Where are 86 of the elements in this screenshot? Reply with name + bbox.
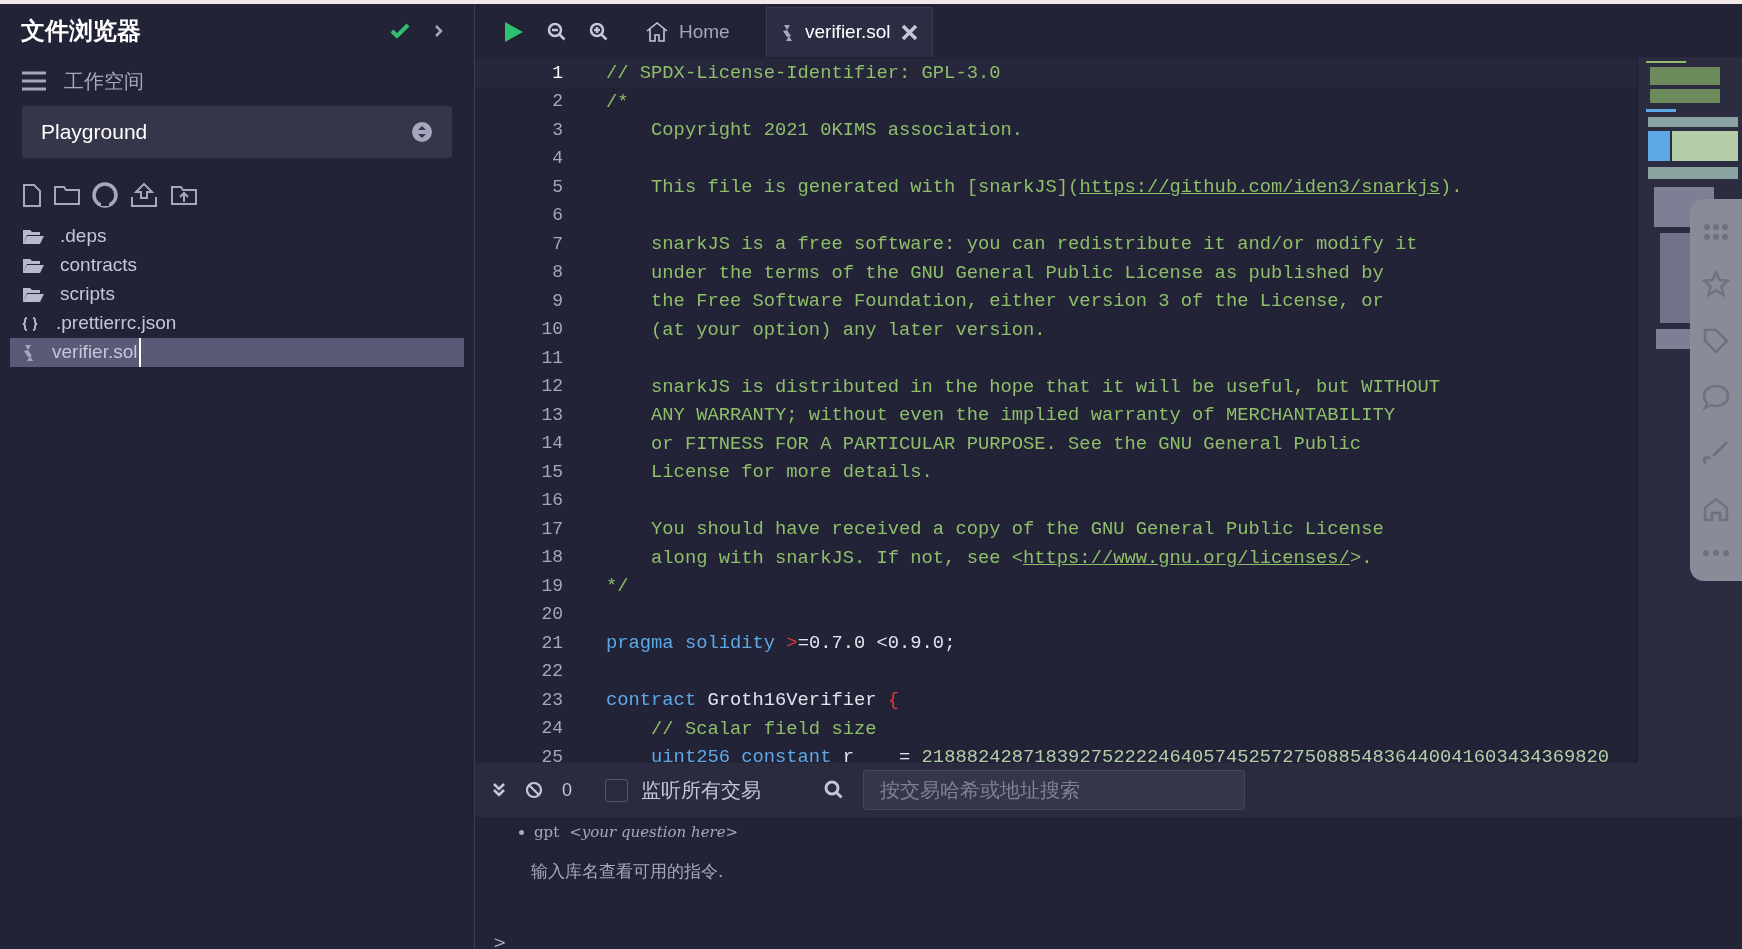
code-line: uint256 constant r = 2188824287183927522224640574525727508854836440041603434369820 bbox=[650, 745, 1610, 763]
code-line: (at your option) any later version. bbox=[650, 317, 1046, 343]
terminal-prompt[interactable]: > bbox=[493, 931, 507, 949]
new-file-icon[interactable] bbox=[22, 182, 42, 208]
line-number: 5 bbox=[551, 175, 563, 199]
editor-tab[interactable]: Home bbox=[631, 7, 766, 57]
clear-icon[interactable] bbox=[525, 781, 543, 799]
line-number: 24 bbox=[540, 717, 563, 741]
close-icon[interactable] bbox=[900, 24, 918, 41]
code-line: snarkJS is distributed in the hope that it will be useful, but WITHOUT bbox=[650, 374, 1441, 400]
line-number: 3 bbox=[551, 118, 563, 142]
line-number: 21 bbox=[540, 631, 563, 655]
solidity-icon bbox=[22, 343, 36, 362]
solidity-icon bbox=[781, 23, 795, 42]
line-number: 23 bbox=[540, 688, 563, 712]
line-number: 11 bbox=[540, 346, 563, 370]
line-number: 9 bbox=[551, 289, 563, 313]
code-line: Copyright 2021 0KIMS association. bbox=[650, 118, 1023, 144]
command-name: gpt bbox=[534, 821, 560, 843]
file-tree-item[interactable]: .prettierrc.json bbox=[0, 309, 474, 338]
line-number: 18 bbox=[540, 546, 563, 570]
line-number: 17 bbox=[540, 517, 563, 541]
code-line: This file is generated with [snarkJS](https://github.com/iden3/snarkjs). bbox=[650, 175, 1463, 201]
code-line: // SPDX-License-Identifier: GPL-3.0 bbox=[606, 61, 1001, 87]
select-arrows-icon bbox=[411, 121, 433, 143]
file-tree-item[interactable]: .deps bbox=[0, 222, 474, 251]
terminal-message: 输入库名查看可用的指令. bbox=[531, 860, 725, 883]
chevron-right-icon[interactable] bbox=[434, 24, 444, 38]
home-icon bbox=[645, 21, 669, 43]
braces-icon bbox=[22, 316, 38, 331]
code-line: along with snarkJS. If not, see <https://www.gnu.org/licenses/>. bbox=[650, 545, 1373, 571]
line-number: 10 bbox=[540, 318, 563, 342]
line-number: 22 bbox=[540, 660, 563, 684]
code-line: snarkJS is a free software: you can redistribute it and/or modify it bbox=[650, 232, 1418, 258]
workspace-select[interactable]: Playground bbox=[22, 106, 452, 158]
code-line: /* bbox=[606, 89, 629, 115]
line-number: 8 bbox=[551, 261, 563, 285]
code-line: under the terms of the GNU General Public License as published by bbox=[650, 260, 1384, 286]
line-number: 1 bbox=[551, 61, 563, 85]
new-folder-icon[interactable] bbox=[53, 184, 81, 206]
checkmark-icon bbox=[390, 23, 410, 39]
code-line: the Free Software Foundation, either version 3 of the License, or bbox=[650, 289, 1384, 315]
menu-icon[interactable] bbox=[22, 71, 46, 91]
code-line: */ bbox=[606, 574, 629, 600]
workspace-label: 工作空间 bbox=[64, 69, 144, 94]
file-tree-item[interactable]: scripts bbox=[0, 280, 474, 309]
code-line: // Scalar field size bbox=[650, 716, 877, 742]
star-icon[interactable] bbox=[1702, 270, 1730, 299]
code-line: pragma solidity >=0.7.0 <0.9.0; bbox=[606, 631, 956, 657]
code-line: License for more details. bbox=[650, 460, 933, 486]
search-field[interactable]: 按交易哈希或地址搜索 bbox=[863, 770, 1245, 810]
upload-folder-icon[interactable] bbox=[170, 184, 198, 206]
zoom-out-icon[interactable] bbox=[547, 22, 567, 42]
line-number: 4 bbox=[551, 147, 563, 171]
code-line: ANY WARRANTY; without even the implied warranty of MERCHANTABILITY bbox=[650, 403, 1395, 429]
line-number: 15 bbox=[540, 460, 563, 484]
line-number: 12 bbox=[540, 375, 563, 399]
folder-icon bbox=[22, 228, 44, 245]
listen-checkbox[interactable] bbox=[605, 778, 628, 802]
line-number: 7 bbox=[551, 232, 563, 256]
line-number: 19 bbox=[540, 574, 563, 598]
listen-label: 监听所有交易 bbox=[641, 778, 761, 803]
file-tree-item[interactable]: verifier.sol bbox=[10, 338, 464, 367]
line-number: 6 bbox=[551, 204, 563, 228]
line-number: 14 bbox=[540, 432, 563, 456]
bullet-icon bbox=[519, 829, 524, 835]
run-icon[interactable] bbox=[503, 20, 525, 44]
collapse-icon[interactable] bbox=[492, 782, 506, 798]
code-line: or FITNESS FOR A PARTICULAR PURPOSE. See the GNU General Public bbox=[650, 431, 1362, 457]
line-number: 20 bbox=[540, 603, 563, 627]
zoom-in-icon[interactable] bbox=[589, 22, 609, 42]
code-line: contract Groth16Verifier { bbox=[606, 688, 900, 714]
code-line: You should have received a copy of the GNU General Public License bbox=[650, 517, 1384, 543]
transaction-count: 0 bbox=[562, 778, 572, 802]
panel-title: 文件浏览器 bbox=[21, 16, 141, 46]
line-number: 13 bbox=[540, 403, 563, 427]
upload-icon[interactable] bbox=[129, 182, 159, 208]
file-tree-item[interactable]: contracts bbox=[0, 251, 474, 280]
editor-tab[interactable]: verifier.sol bbox=[766, 7, 933, 57]
line-number: 25 bbox=[540, 745, 563, 763]
search-icon bbox=[824, 780, 844, 800]
line-number: 2 bbox=[551, 90, 563, 114]
line-number: 16 bbox=[540, 489, 563, 513]
folder-icon bbox=[22, 286, 44, 303]
folder-icon bbox=[22, 257, 44, 274]
command-hint: <your question here> bbox=[569, 821, 739, 843]
